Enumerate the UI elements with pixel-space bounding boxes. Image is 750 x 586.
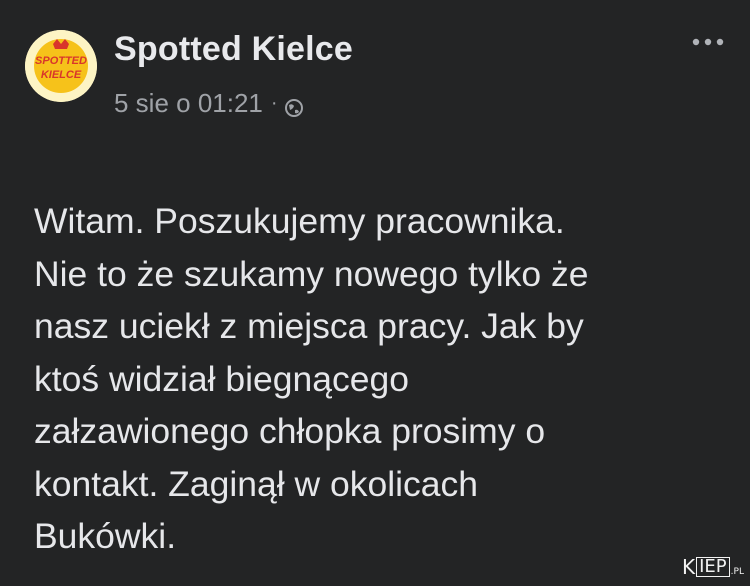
kiep-watermark: K IEP .PL [682,553,744,577]
avatar-text-line1: SPOTTED [35,55,87,67]
facebook-post: SPOTTED KIELCE Spotted Kielce 5 sie o 01… [0,0,750,586]
page-name-link[interactable]: Spotted Kielce [114,30,353,69]
post-timestamp[interactable]: 5 sie o 01:21 [114,88,263,119]
globe-icon[interactable] [284,94,304,117]
watermark-box: IEP [696,557,730,577]
meta-separator: · [270,92,278,114]
spotted-kielce-logo: SPOTTED KIELCE [25,30,97,102]
avatar-text-line2: KIELCE [41,69,82,81]
post-meta: 5 sie o 01:21 · [114,88,304,119]
watermark-k: K [682,555,696,579]
watermark-pl: .PL [730,567,744,577]
post-body-text: Witam. Poszukujemy pracownika. Nie to że… [34,201,589,556]
page-avatar[interactable]: SPOTTED KIELCE [25,30,97,102]
more-options-button[interactable] [686,30,730,54]
more-options-icon [692,38,724,46]
